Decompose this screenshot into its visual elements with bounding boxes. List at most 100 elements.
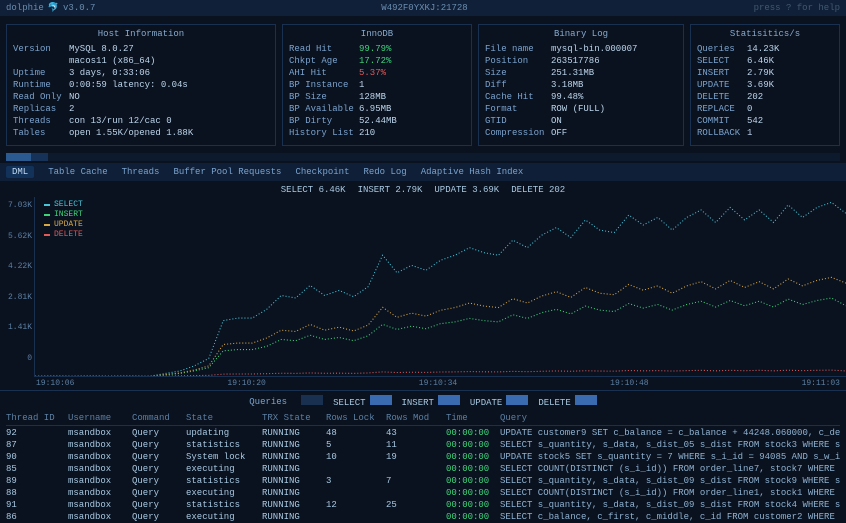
panel-row: Size251.31MB	[485, 67, 677, 79]
cell-q: UPDATE customer9 SET c_balance = c_balan…	[500, 427, 840, 439]
cell-rl	[326, 511, 382, 523]
panel-row: Diff3.18MB	[485, 79, 677, 91]
cell-state: statistics	[186, 499, 258, 511]
cell-time: 00:00:00	[446, 475, 496, 487]
cell-rl	[326, 463, 382, 475]
panel-value: 210	[359, 127, 375, 139]
panel-key	[13, 55, 69, 67]
legend: SELECTINSERTUPDATEDELETE	[41, 199, 86, 241]
tab-adaptive-hash-index[interactable]: Adaptive Hash Index	[421, 167, 524, 177]
app-name: dolphie	[6, 3, 44, 13]
app-version: v3.0.7	[63, 3, 95, 13]
table-row[interactable]: 92msandboxQueryupdatingRUNNING484300:00:…	[6, 427, 840, 439]
panel-row: BP Dirty52.44MB	[289, 115, 465, 127]
panel-row: BP Instance1	[289, 79, 465, 91]
panel-value: 3 days, 0:33:06	[69, 67, 150, 79]
tab-dml[interactable]: DML	[6, 166, 34, 178]
filter-label: Queries	[249, 397, 287, 407]
table-head: Thread IDUsernameCommandStateTRX StateRo…	[6, 412, 840, 426]
panel-value: 263517786	[551, 55, 600, 67]
cell-trx: RUNNING	[262, 499, 322, 511]
filter-toggle-queries[interactable]	[301, 395, 323, 405]
panel-value: 1	[359, 79, 364, 91]
cell-q: SELECT s_quantity, s_data, s_dist_09 s_d…	[500, 475, 840, 487]
cell-rm: 7	[386, 475, 442, 487]
panel-key: INSERT	[697, 67, 747, 79]
panel-key: REPLACE	[697, 103, 747, 115]
panel-row: Uptime3 days, 0:33:06	[13, 67, 269, 79]
panel-value: 99.79%	[359, 43, 391, 55]
y-tick: 0	[2, 354, 32, 363]
panel-row: AHI Hit5.37%	[289, 67, 465, 79]
table-row[interactable]: 86msandboxQueryexecutingRUNNING00:00:00S…	[6, 511, 840, 523]
panel-value: 202	[747, 91, 763, 103]
panel-row: UPDATE3.69K	[697, 79, 833, 91]
cell-id: 91	[6, 499, 64, 511]
panel-row: REPLACE0	[697, 103, 833, 115]
filter-toggle-select[interactable]	[370, 395, 392, 405]
panel-key: UPDATE	[697, 79, 747, 91]
panel-key: Read Hit	[289, 43, 359, 55]
cell-user: msandbox	[68, 499, 128, 511]
panel-value: 52.44MB	[359, 115, 397, 127]
cell-rm: 43	[386, 427, 442, 439]
panel-row: BP Available6.95MB	[289, 103, 465, 115]
cell-state: System lock	[186, 451, 258, 463]
cell-q: SELECT s_quantity, s_data, s_dist_09 s_d…	[500, 499, 840, 511]
filter-toggle-insert[interactable]	[438, 395, 460, 405]
cell-q: SELECT COUNT(DISTINCT (s_i_id)) FROM ord…	[500, 487, 840, 499]
panel-value: 2	[69, 103, 74, 115]
table-row[interactable]: 88msandboxQueryexecutingRUNNING00:00:00S…	[6, 487, 840, 499]
table-row[interactable]: 91msandboxQuerystatisticsRUNNING122500:0…	[6, 499, 840, 511]
cell-rm: 11	[386, 439, 442, 451]
panel-row: Read OnlyNO	[13, 91, 269, 103]
tab-table-cache[interactable]: Table Cache	[48, 167, 107, 177]
tab-buffer-pool-requests[interactable]: Buffer Pool Requests	[173, 167, 281, 177]
legend-item: UPDATE	[44, 220, 83, 230]
cell-rl: 10	[326, 451, 382, 463]
cell-user: msandbox	[68, 511, 128, 523]
panel-row: History List210	[289, 127, 465, 139]
cell-time: 00:00:00	[446, 487, 496, 499]
panel-key: BP Available	[289, 103, 359, 115]
panel-row: Queries14.23K	[697, 43, 833, 55]
info-panels: Host Information VersionMySQL 8.0.27maco…	[0, 16, 846, 150]
cell-id: 90	[6, 451, 64, 463]
cell-state: executing	[186, 511, 258, 523]
cell-time: 00:00:00	[446, 427, 496, 439]
panel-body: VersionMySQL 8.0.27macos11 (x86_64)Uptim…	[13, 43, 269, 139]
table-row[interactable]: 87msandboxQuerystatisticsRUNNING51100:00…	[6, 439, 840, 451]
table-row[interactable]: 90msandboxQuerySystem lockRUNNING101900:…	[6, 451, 840, 463]
panel-row: BP Size128MB	[289, 91, 465, 103]
panel-value: ROW (FULL)	[551, 103, 605, 115]
panel-row: Read Hit99.79%	[289, 43, 465, 55]
filter-toggle-delete[interactable]	[575, 395, 597, 405]
panel-key: Chkpt Age	[289, 55, 359, 67]
panel-title: Host Information	[13, 29, 269, 39]
tab-redo-log[interactable]: Redo Log	[363, 167, 406, 177]
panel-key: File name	[485, 43, 551, 55]
table-row[interactable]: 85msandboxQueryexecutingRUNNING00:00:00S…	[6, 463, 840, 475]
panel-key: AHI Hit	[289, 67, 359, 79]
help-hint: press ? for help	[754, 3, 840, 13]
cell-q: UPDATE stock5 SET s_quantity = 7 WHERE s…	[500, 451, 840, 463]
tab-threads[interactable]: Threads	[122, 167, 160, 177]
panel-row: GTIDON	[485, 115, 677, 127]
panel-key: Diff	[485, 79, 551, 91]
summary-insert: INSERT 2.79K	[358, 185, 423, 195]
panel-key: BP Size	[289, 91, 359, 103]
cell-trx: RUNNING	[262, 439, 322, 451]
filter-toggle-update[interactable]	[506, 395, 528, 405]
panel-value: 99.48%	[551, 91, 583, 103]
panel-innodb: InnoDB Read Hit99.79%Chkpt Age17.72%AHI …	[282, 24, 472, 146]
legend-label: UPDATE	[54, 220, 83, 230]
cell-time: 00:00:00	[446, 439, 496, 451]
series-select	[35, 202, 846, 376]
table-row[interactable]: 89msandboxQuerystatisticsRUNNING3700:00:…	[6, 475, 840, 487]
panel-value: 1	[747, 127, 752, 139]
x-tick: 19:10:34	[419, 379, 457, 388]
cell-cmd: Query	[132, 487, 182, 499]
tab-checkpoint[interactable]: Checkpoint	[295, 167, 349, 177]
y-axis: 7.03K5.62K4.22K2.81K1.41K0	[0, 197, 34, 377]
cell-user: msandbox	[68, 427, 128, 439]
